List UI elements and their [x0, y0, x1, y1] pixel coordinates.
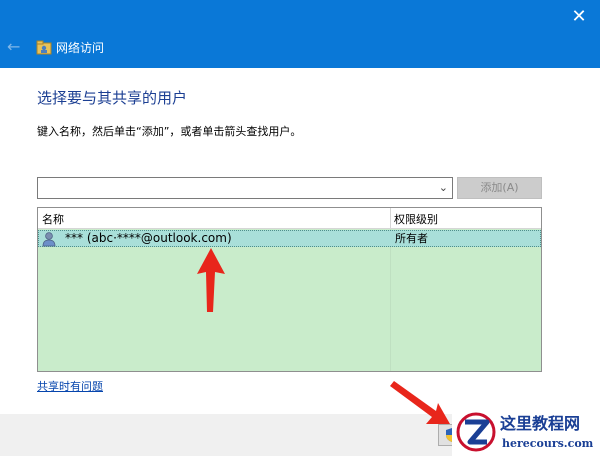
list-row[interactable]: *** (abc·****@outlook.com) 所有者 [38, 230, 541, 247]
annotation-arrow-up [197, 248, 225, 312]
watermark: 这里教程网 herecours.com [452, 408, 600, 456]
watermark-title: 这里教程网 [500, 414, 581, 433]
header-divider [390, 208, 391, 229]
back-arrow-icon[interactable]: ← [7, 38, 23, 56]
column-header-permission[interactable]: 权限级别 [394, 211, 438, 227]
instruction-text: 键入名称，然后单击“添加”，或者单击箭头查找用户。 [37, 125, 302, 138]
network-share-icon [36, 40, 52, 55]
user-name-combobox[interactable]: ⌄ [37, 177, 453, 199]
window-title: 网络访问 [56, 41, 105, 55]
watermark-url: herecours.com [502, 437, 594, 450]
add-button[interactable]: 添加(A) [457, 177, 542, 199]
permission-level[interactable]: 所有者 [395, 232, 428, 246]
annotation-arrow-diagonal [390, 381, 450, 424]
users-list[interactable]: 名称 权限级别 *** (abc·****@outlook.com) 所有者 [37, 207, 542, 372]
user-name: *** (abc·****@outlook.com) [65, 231, 232, 245]
page-heading: 选择要与其共享的用户 [37, 89, 188, 107]
column-divider [390, 229, 391, 371]
close-icon[interactable]: ✕ [568, 6, 590, 28]
help-link[interactable]: 共享时有问题 [37, 379, 103, 395]
list-header: 名称 权限级别 [38, 208, 541, 229]
column-header-name[interactable]: 名称 [42, 211, 64, 227]
title-bar: ✕ ← 网络访问 [0, 0, 600, 68]
chevron-down-icon[interactable]: ⌄ [439, 180, 448, 196]
user-icon [42, 232, 56, 247]
watermark-logo [456, 412, 496, 452]
